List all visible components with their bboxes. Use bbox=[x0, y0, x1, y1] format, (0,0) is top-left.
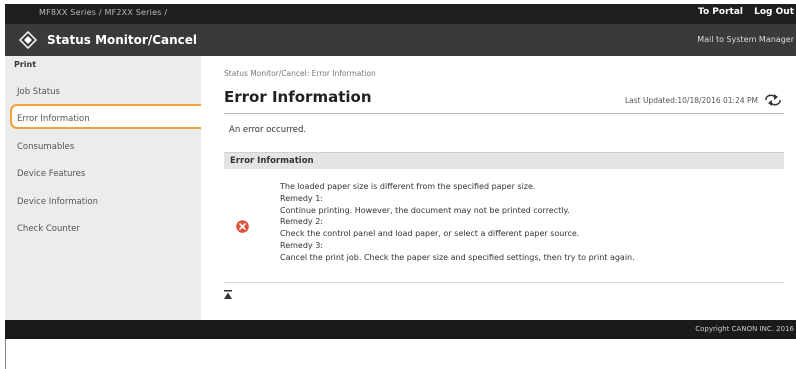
title-divider bbox=[224, 113, 784, 114]
last-updated-text: Last Updated:10/18/2016 01:24 PM bbox=[624, 95, 758, 105]
page-left-edge bbox=[5, 339, 6, 369]
refresh-icon[interactable] bbox=[764, 94, 782, 106]
error-detail-line: Check the control panel and load paper, … bbox=[280, 229, 580, 239]
footer: Copyright CANON INC. 2016 bbox=[5, 320, 796, 339]
main-content: Status Monitor/Cancel: Error Information… bbox=[201, 56, 796, 320]
sidebar-section-print: Print bbox=[14, 60, 37, 69]
last-updated: Last Updated:10/18/2016 01:24 PM bbox=[625, 94, 782, 106]
sidebar-item-error-information[interactable]: Error Information bbox=[17, 114, 90, 124]
app-title: Status Monitor/Cancel bbox=[47, 33, 198, 47]
bottom-divider bbox=[224, 282, 784, 283]
sidebar: Print Job Status Error Information Consu… bbox=[5, 56, 210, 320]
error-detail-line: Remedy 2: bbox=[280, 217, 323, 227]
error-information-section-header: Error Information bbox=[224, 152, 784, 169]
error-detail-line: Remedy 1: bbox=[280, 193, 323, 203]
device-name: MF8XX Series / MF2XX Series / bbox=[39, 8, 168, 17]
page-title: Error Information bbox=[224, 88, 372, 106]
status-monitor-logo-icon bbox=[19, 31, 37, 49]
mail-to-system-manager-link[interactable]: Mail to System Manager bbox=[697, 35, 794, 44]
error-detail-line: The loaded paper size is different from … bbox=[280, 182, 536, 191]
error-details: The loaded paper size is different from … bbox=[280, 181, 635, 264]
sidebar-item-consumables[interactable]: Consumables bbox=[17, 142, 74, 152]
error-icon bbox=[236, 220, 249, 233]
to-portal-link[interactable]: To Portal bbox=[698, 7, 743, 17]
log-out-link[interactable]: Log Out bbox=[754, 7, 794, 17]
copyright-text: Copyright CANON INC. 2016 bbox=[695, 325, 794, 333]
top-links: To Portal Log Out bbox=[690, 7, 794, 17]
section-title: Error Information bbox=[230, 156, 314, 166]
error-message: An error occurred. bbox=[229, 125, 307, 135]
title-bar: Status Monitor/Cancel Mail to System Man… bbox=[5, 24, 796, 56]
sidebar-item-check-counter[interactable]: Check Counter bbox=[17, 224, 80, 234]
sidebar-item-device-information[interactable]: Device Information bbox=[17, 197, 98, 207]
error-detail-line: Remedy 3: bbox=[280, 240, 323, 250]
error-detail-line: Cancel the print job. Check the paper si… bbox=[280, 252, 635, 262]
top-bar: MF8XX Series / MF2XX Series / To Portal … bbox=[5, 4, 796, 24]
sidebar-item-device-features[interactable]: Device Features bbox=[17, 169, 85, 179]
back-to-top-icon[interactable] bbox=[224, 290, 232, 300]
breadcrumb: Status Monitor/Cancel: Error Information bbox=[224, 69, 376, 78]
error-detail-line: Continue printing. However, the document… bbox=[280, 205, 570, 215]
sidebar-item-job-status[interactable]: Job Status bbox=[17, 87, 60, 97]
